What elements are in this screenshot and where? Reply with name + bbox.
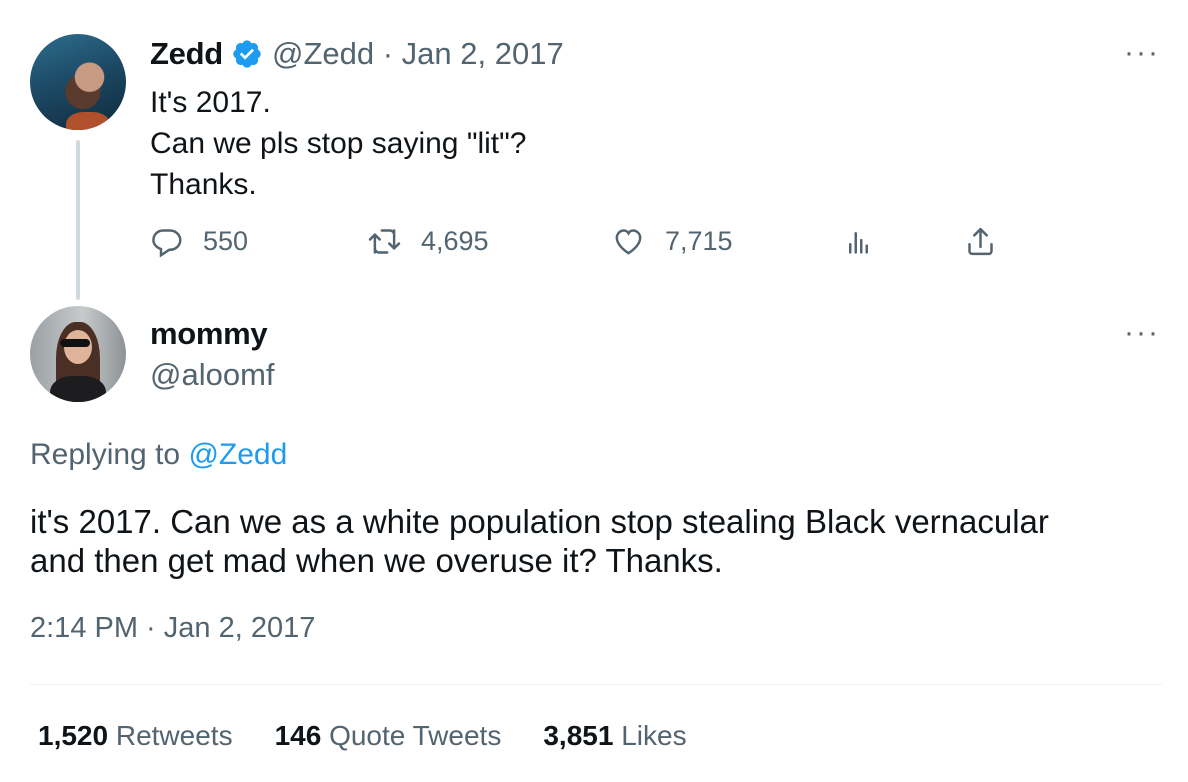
main-tweet-text: it's 2017. Can we as a white population … [30, 502, 1160, 580]
like-count: 7,715 [665, 226, 733, 256]
retweet-count: 4,695 [421, 226, 489, 256]
tweet-timestamp[interactable]: 2:14 PM · Jan 2, 2017 [30, 612, 315, 645]
analytics-icon [849, 232, 868, 254]
aloomf-avatar[interactable] [30, 306, 126, 402]
retweet-icon [368, 229, 401, 254]
parent-text-line: It's 2017. [150, 86, 271, 119]
parent-more-icon[interactable]: ··· [1124, 38, 1160, 68]
like-button[interactable]: 7,715 [612, 225, 733, 258]
main-text-line: it's 2017. Can we as a white population … [30, 503, 1049, 540]
reply-count: 550 [203, 226, 249, 256]
main-author-handle[interactable]: @aloomf [150, 357, 275, 393]
engagement-stats: 1,520 Retweets 146 Quote Tweets 3,851 Li… [38, 720, 687, 752]
quote-tweets-label: Quote Tweets [329, 720, 502, 751]
verified-badge-icon [233, 40, 261, 68]
analytics-button[interactable] [842, 225, 875, 258]
parent-text-line: Can we pls stop saying "lit"? [150, 127, 527, 160]
reply-button[interactable]: 550 [150, 225, 248, 258]
parent-tweet-text: It's 2017. Can we pls stop saying "lit"?… [150, 82, 526, 205]
share-icon [968, 227, 993, 256]
replying-to: Replying to @Zedd [30, 438, 287, 472]
divider [30, 684, 1162, 685]
share-button[interactable] [964, 225, 997, 258]
likes-label: Likes [621, 720, 687, 751]
replying-handle-link[interactable]: @Zedd [188, 438, 287, 471]
thread-connector-line [76, 140, 80, 300]
likes-stat[interactable]: 3,851 Likes [543, 720, 686, 752]
zedd-avatar[interactable] [30, 34, 126, 130]
heart-icon [615, 229, 642, 255]
parent-author-name[interactable]: Zedd [150, 36, 223, 72]
reply-icon [152, 229, 182, 258]
parent-text-line: Thanks. [150, 168, 257, 201]
main-text-line: and then get mad when we overuse it? Tha… [30, 542, 723, 579]
quote-tweets-number: 146 [274, 720, 322, 751]
main-author-name[interactable]: mommy [150, 316, 268, 352]
quote-tweets-stat[interactable]: 146 Quote Tweets [275, 720, 502, 752]
retweets-stat[interactable]: 1,520 Retweets [38, 720, 233, 752]
replying-prefix: Replying to [30, 438, 181, 471]
retweet-button[interactable]: 4,695 [368, 225, 489, 258]
likes-number: 3,851 [543, 720, 614, 751]
parent-handle-date[interactable]: @Zedd · Jan 2, 2017 [272, 36, 564, 72]
retweets-label: Retweets [115, 720, 233, 751]
retweets-number: 1,520 [38, 720, 109, 751]
main-more-icon[interactable]: ··· [1124, 318, 1160, 348]
